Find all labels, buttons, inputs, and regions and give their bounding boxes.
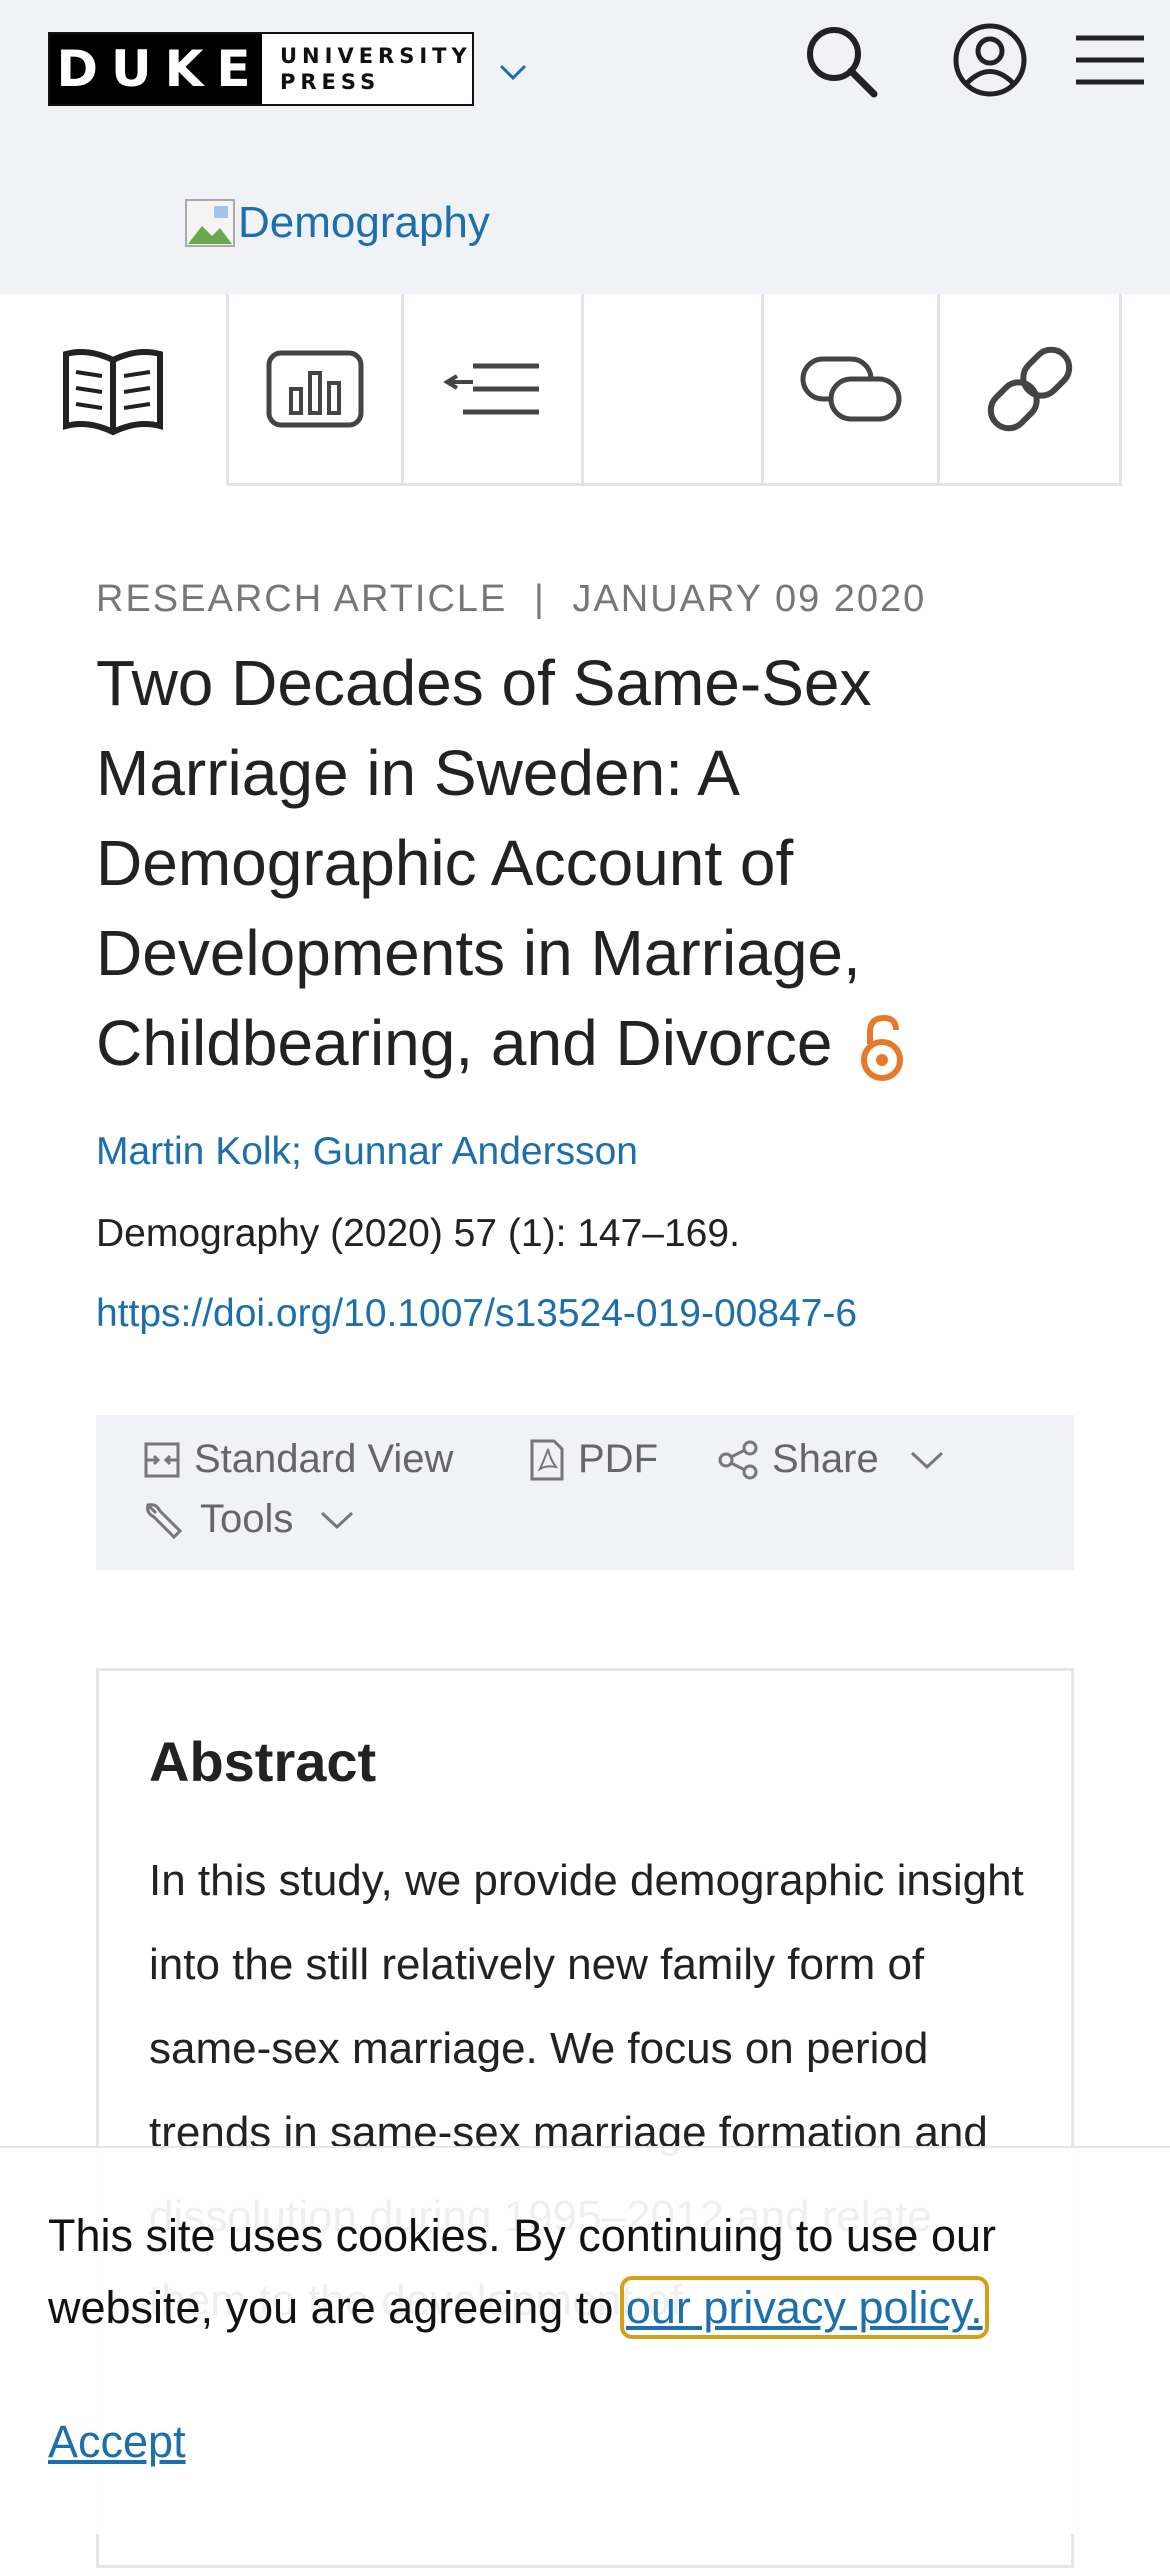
site-header: DUKE UNIVERSITY PRESS Demography xyxy=(0,0,1170,294)
cookie-message: This site uses cookies. By continuing to… xyxy=(48,2200,1088,2344)
user-icon[interactable] xyxy=(950,20,1030,100)
tab-blank[interactable] xyxy=(584,294,764,486)
abstract-heading: Abstract xyxy=(149,1730,377,1793)
tab-link[interactable] xyxy=(940,294,1122,486)
publication-date: JANUARY 09 2020 xyxy=(572,578,927,620)
duke-press-logo[interactable]: DUKE UNIVERSITY PRESS xyxy=(48,32,474,106)
logo-line2: PRESS xyxy=(280,70,381,94)
tab-comment[interactable] xyxy=(764,294,940,486)
journal-link[interactable]: Demography xyxy=(184,198,490,248)
tools-button[interactable]: Tools xyxy=(142,1497,355,1542)
article-meta: RESEARCH ARTICLE | JANUARY 09 2020 xyxy=(96,578,926,621)
meta-separator: | xyxy=(533,578,546,620)
search-icon[interactable] xyxy=(800,20,880,100)
tab-article[interactable] xyxy=(0,294,226,486)
article-citation: Demography (2020) 57 (1): 147–169. xyxy=(96,1212,740,1255)
cookie-banner: This site uses cookies. By continuing to… xyxy=(0,2146,1170,2534)
article-icon xyxy=(63,349,163,436)
logo-subtitle: UNIVERSITY PRESS xyxy=(262,34,472,104)
logo-line1: UNIVERSITY xyxy=(280,44,472,68)
share-button[interactable]: Share xyxy=(716,1437,945,1482)
share-label: Share xyxy=(772,1437,879,1481)
pdf-label: PDF xyxy=(578,1437,658,1481)
article-title-block: Two Decades of Same-Sex Marriage in Swed… xyxy=(96,638,956,1088)
journal-name: Demography xyxy=(238,198,490,247)
wrench-icon xyxy=(146,1502,183,1539)
share-icon xyxy=(718,1440,758,1479)
article-title: Two Decades of Same-Sex Marriage in Swed… xyxy=(96,647,872,1079)
tools-label: Tools xyxy=(200,1497,294,1541)
chevron-down-icon[interactable] xyxy=(498,62,528,82)
article-tools-tabs xyxy=(0,294,1170,488)
privacy-policy-link[interactable]: our privacy policy. xyxy=(619,2276,989,2339)
standard-view-icon xyxy=(144,1442,180,1477)
doi-link[interactable]: https://doi.org/10.1007/s13524-019-00847… xyxy=(96,1292,857,1336)
standard-view-label: Standard View xyxy=(194,1437,454,1481)
article-action-bar: Standard View PDF Share Tools xyxy=(96,1415,1074,1570)
menu-icon[interactable] xyxy=(1070,20,1150,100)
logo-word: DUKE xyxy=(50,34,262,104)
tab-figures[interactable] xyxy=(226,294,404,486)
link-icon xyxy=(987,346,1072,431)
chevron-down-icon xyxy=(910,1451,943,1469)
article-authors[interactable]: Martin Kolk; Gunnar Andersson xyxy=(96,1130,638,1174)
outline-icon xyxy=(442,363,539,414)
standard-view-button[interactable]: Standard View xyxy=(142,1437,453,1482)
broken-image-icon xyxy=(185,199,235,247)
accept-cookies-button[interactable]: Accept xyxy=(48,2416,186,2468)
open-access-icon xyxy=(861,1015,904,1082)
figures-icon xyxy=(266,350,364,427)
pdf-icon xyxy=(530,1439,564,1480)
chevron-down-icon xyxy=(321,1511,354,1529)
tab-outline[interactable] xyxy=(404,294,584,486)
pdf-button[interactable]: PDF xyxy=(528,1437,658,1482)
comment-icon xyxy=(800,356,901,421)
article-type: RESEARCH ARTICLE xyxy=(96,578,508,620)
